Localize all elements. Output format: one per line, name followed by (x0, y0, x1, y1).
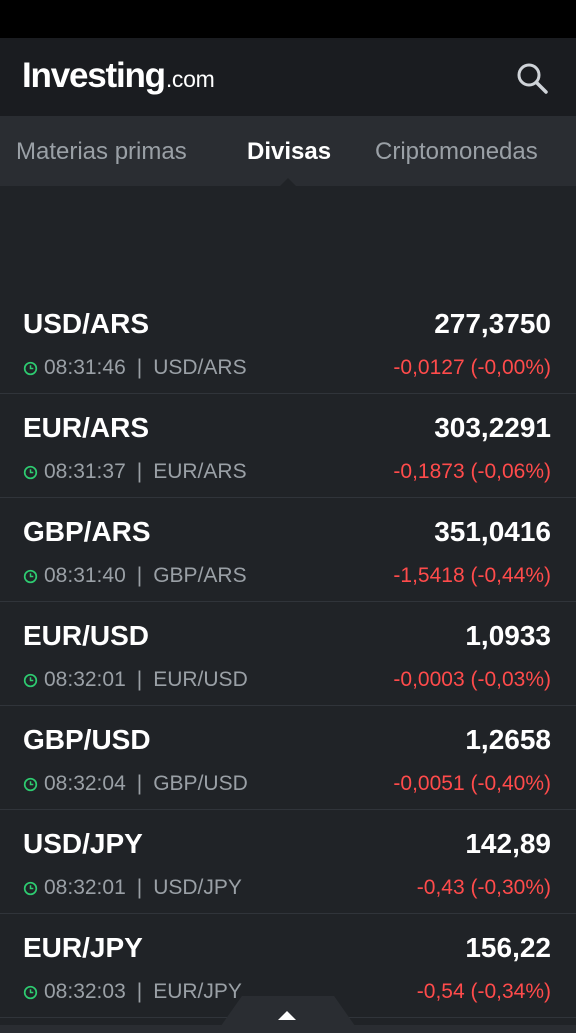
quote-row-usd-ars[interactable]: USD/ARS 277,3750 08:31:46 | USD/ARS -0,0… (0, 290, 576, 394)
quote-meta: 08:32:01 | EUR/USD (23, 668, 248, 692)
change-value: -0,0003 (-0,03%) (393, 668, 551, 691)
logo-main-text: Investing (22, 56, 166, 95)
search-button[interactable] (514, 60, 550, 96)
clock-icon (23, 361, 38, 375)
price-value: 277,3750 (434, 308, 551, 339)
quote-symbol: EUR/ARS (153, 460, 247, 483)
status-bar (0, 0, 576, 38)
pair-name: EUR/ARS (23, 412, 150, 443)
price-value: 156,22 (465, 932, 551, 963)
quote-symbol: EUR/JPY (153, 980, 242, 1003)
quote-time: 08:31:40 (44, 564, 126, 587)
quote-time: 08:32:01 (44, 668, 126, 691)
quote-row-usd-jpy[interactable]: USD/JPY 142,89 08:32:01 | USD/JPY -0,43 … (0, 810, 576, 914)
clock-icon (23, 673, 38, 687)
quote-symbol: USD/ARS (153, 356, 247, 379)
quote-row-gbp-usd[interactable]: GBP/USD 1,2658 08:32:04 | GBP/USD -0,005… (0, 706, 576, 810)
quote-time: 08:32:01 (44, 876, 126, 899)
separator: | (136, 876, 143, 899)
price-value: 1,0933 (465, 620, 551, 651)
clock-icon (23, 985, 38, 999)
separator: | (136, 564, 143, 587)
separator: | (136, 356, 143, 379)
quote-symbol: EUR/USD (153, 668, 248, 691)
pair-name: GBP/ARS (23, 516, 151, 547)
logo-domain-text: .com (165, 66, 215, 92)
separator: | (136, 460, 143, 483)
investing-logo[interactable]: Investing .com (22, 56, 215, 96)
clock-icon (23, 881, 38, 895)
quote-row-eur-ars[interactable]: EUR/ARS 303,2291 08:31:37 | EUR/ARS -0,1… (0, 394, 576, 498)
pair-name: USD/JPY (23, 828, 143, 859)
quote-meta: 08:31:37 | EUR/ARS (23, 460, 247, 484)
change-value: -0,54 (-0,34%) (416, 980, 551, 1003)
quote-row-eur-usd[interactable]: EUR/USD 1,0933 08:32:01 | EUR/USD -0,000… (0, 602, 576, 706)
clock-icon (23, 569, 38, 583)
quote-meta: 08:31:40 | GBP/ARS (23, 564, 247, 588)
quote-time: 08:32:03 (44, 980, 126, 1003)
pair-name: EUR/USD (23, 620, 150, 651)
quote-time: 08:32:04 (44, 772, 126, 795)
change-value: -0,0127 (-0,00%) (393, 356, 551, 379)
quote-symbol: USD/JPY (153, 876, 242, 899)
category-tabs: Materias primas Divisas Criptomonedas (0, 116, 576, 186)
pair-name: EUR/JPY (23, 932, 143, 963)
active-tab-indicator (280, 178, 296, 186)
pair-name: GBP/USD (23, 724, 151, 755)
price-value: 351,0416 (434, 516, 551, 547)
separator: | (136, 772, 143, 795)
price-value: 303,2291 (434, 412, 551, 443)
tab-materias-primas[interactable]: Materias primas (16, 116, 187, 186)
quote-time: 08:31:37 (44, 460, 126, 483)
price-value: 1,2658 (465, 724, 551, 755)
quote-time: 08:31:46 (44, 356, 126, 379)
quotes-list: USD/ARS 277,3750 08:31:46 | USD/ARS -0,0… (0, 290, 576, 1018)
quote-meta: 08:31:46 | USD/ARS (23, 356, 247, 380)
quote-meta: 08:32:04 | GBP/USD (23, 772, 248, 796)
quote-symbol: GBP/ARS (153, 564, 247, 587)
chevron-up-icon (278, 1011, 296, 1020)
pair-name: USD/ARS (23, 308, 150, 339)
separator: | (136, 668, 143, 691)
quote-symbol: GBP/USD (153, 772, 248, 795)
change-value: -0,0051 (-0,40%) (393, 772, 551, 795)
search-icon (517, 63, 548, 94)
change-value: -1,5418 (-0,44%) (393, 564, 551, 587)
quote-meta: 08:32:03 | EUR/JPY (23, 980, 242, 1004)
price-value: 142,89 (465, 828, 551, 859)
quote-meta: 08:32:01 | USD/JPY (23, 876, 242, 900)
clock-icon (23, 777, 38, 791)
app-header: Investing .com (0, 38, 576, 116)
change-value: -0,1873 (-0,06%) (393, 460, 551, 483)
separator: | (136, 980, 143, 1003)
quote-row-gbp-ars[interactable]: GBP/ARS 351,0416 08:31:40 | GBP/ARS -1,5… (0, 498, 576, 602)
change-value: -0,43 (-0,30%) (416, 876, 551, 899)
tab-criptomonedas[interactable]: Criptomonedas (375, 116, 538, 186)
clock-icon (23, 465, 38, 479)
tab-divisas[interactable]: Divisas (247, 116, 331, 186)
